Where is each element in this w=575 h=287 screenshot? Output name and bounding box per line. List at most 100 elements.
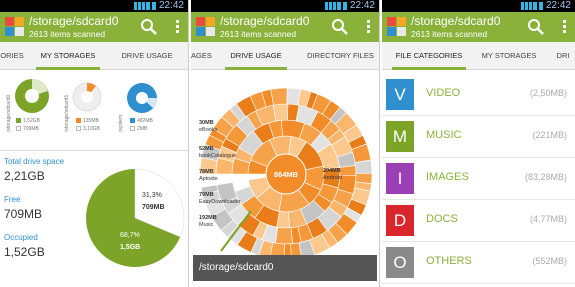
- status-bar: 22:42: [191, 0, 379, 12]
- status-time: 22:42: [349, 0, 375, 11]
- drive-pie-chart: 31,3% 709MB 68,7% 1,5GB: [86, 168, 185, 267]
- overflow-menu-icon[interactable]: [561, 19, 567, 35]
- category-others[interactable]: O OTHERS (552MB): [382, 242, 575, 284]
- screen-file-categories: 22:42 /storage/sdcard0 2613 items scanne…: [382, 0, 575, 287]
- action-bar: /storage/sdcard0 2613 items scanned: [382, 12, 575, 42]
- app-title: /storage/sdcard0: [29, 14, 119, 28]
- category-size: (4,77MB): [529, 214, 567, 224]
- category-name: DOCS: [426, 213, 458, 225]
- drive-stats: Total drive space 2,21GB Free 709MB Occu…: [0, 150, 188, 287]
- category-size: (221MB): [532, 130, 567, 140]
- tab-directory-files[interactable]: DIRECTORY FILES: [301, 42, 379, 70]
- signal-icon: [521, 2, 537, 10]
- status-time: 22:42: [158, 0, 184, 11]
- legend-used: 482MB: [130, 118, 153, 124]
- app-subtitle: 2613 items scanned: [29, 29, 106, 39]
- tab-bar: ORIES MY STORAGES DRIVE USAGE: [0, 42, 188, 70]
- pie-used-value: 1,5GB: [120, 244, 140, 251]
- total-space-value: 2,21GB: [4, 169, 45, 183]
- legend-free: 2MB: [130, 126, 147, 132]
- category-size: (83,28MB): [524, 172, 567, 182]
- battery-icon: [539, 2, 543, 10]
- tab-my-storages[interactable]: AGES: [191, 42, 212, 70]
- app-logo-icon[interactable]: [387, 17, 407, 37]
- category-name: MUSIC: [426, 129, 462, 141]
- category-name: OTHERS: [426, 255, 472, 267]
- tab-bar: AGES DRIVE USAGE DIRECTORY FILES: [191, 42, 379, 70]
- category-name: IMAGES: [426, 171, 469, 183]
- video-icon: V: [386, 79, 414, 110]
- docs-icon: D: [386, 205, 414, 236]
- status-bar: 22:42: [0, 0, 188, 12]
- status-time: 22:42: [545, 0, 571, 11]
- storage-label: /system: [118, 114, 124, 132]
- category-images[interactable]: I IMAGES (83,28MB): [382, 158, 575, 200]
- legend-used: 135MB: [76, 118, 99, 124]
- search-icon[interactable]: [331, 18, 349, 36]
- folder-label-aptoide[interactable]: 78MB Aptoide: [199, 169, 218, 183]
- overflow-menu-icon[interactable]: [365, 19, 371, 35]
- free-label: Free: [4, 195, 21, 204]
- occupied-value: 1,52GB: [4, 245, 45, 259]
- folder-label-music[interactable]: 192MB Music: [199, 215, 217, 229]
- storage-usage-ring: [15, 79, 49, 113]
- tab-drive-usage[interactable]: DRIVE USAGE: [221, 42, 291, 70]
- status-bar: 22:42: [382, 0, 575, 12]
- pie-free-value: 709MB: [142, 204, 165, 211]
- tab-bar: FILE CATEGORIES MY STORAGES DRI: [382, 42, 575, 70]
- sunburst-chart[interactable]: 864MB: [191, 71, 380, 281]
- tab-my-storages[interactable]: MY STORAGES: [476, 42, 542, 70]
- app-logo-icon[interactable]: [5, 17, 25, 37]
- overflow-menu-icon[interactable]: [174, 19, 180, 35]
- action-bar: /storage/sdcard0 2613 items scanned: [0, 12, 188, 42]
- search-icon[interactable]: [140, 18, 158, 36]
- battery-icon: [152, 2, 156, 10]
- legend-free: 3,10GB: [76, 126, 100, 132]
- screen-my-storages: 22:42 /storage/sdcard0 2613 items scanne…: [0, 0, 189, 287]
- folder-label-bookcatalogue[interactable]: 52MB bookCatalogue: [199, 146, 236, 160]
- tab-my-storages[interactable]: MY STORAGES: [32, 42, 104, 70]
- free-value: 709MB: [4, 207, 43, 221]
- category-video[interactable]: V VIDEO (2,50MB): [382, 74, 575, 116]
- tab-drive-usage[interactable]: DRIVE USAGE: [112, 42, 182, 70]
- sunburst-segment: [354, 159, 373, 174]
- category-music[interactable]: M MUSIC (221MB): [382, 116, 575, 158]
- storage-label: /storage/sdcard0: [6, 94, 12, 132]
- legend-free: 709MB: [16, 126, 39, 132]
- storage-usage-ring: [72, 82, 102, 112]
- screen-drive-usage: 22:42 /storage/sdcard0 2613 items scanne…: [191, 0, 380, 287]
- category-docs[interactable]: D DOCS (4,77MB): [382, 200, 575, 242]
- images-icon: I: [386, 163, 414, 194]
- action-bar: /storage/sdcard0 2613 items scanned: [191, 12, 379, 42]
- signal-icon: [134, 2, 150, 10]
- sunburst-center-label: 864MB: [274, 170, 299, 179]
- legend-used: 1,52GB: [16, 118, 40, 124]
- storage-usage-ring: [127, 83, 157, 113]
- others-icon: O: [386, 247, 414, 278]
- current-path-bar: /storage/sdcard0: [193, 255, 377, 281]
- category-size: (2,50MB): [529, 88, 567, 98]
- tab-drive-usage[interactable]: DRI: [552, 42, 574, 70]
- tab-categories[interactable]: ORIES: [0, 42, 24, 70]
- app-title: /storage/sdcard0: [220, 14, 310, 28]
- pie-used-pct: 68,7%: [120, 232, 140, 239]
- app-subtitle: 2613 items scanned: [411, 29, 488, 39]
- app-subtitle: 2613 items scanned: [220, 29, 297, 39]
- folder-label-easydownloader[interactable]: 79MB EasyDownloader: [199, 192, 241, 206]
- folder-label-android[interactable]: 204MB Android: [323, 168, 342, 182]
- total-space-label: Total drive space: [4, 157, 65, 166]
- sunburst-segment: [272, 103, 289, 122]
- sunburst-segment: [274, 227, 293, 245]
- folder-label-ebooks[interactable]: 30MB eBooks: [199, 120, 217, 134]
- category-size: (552MB): [532, 256, 567, 266]
- music-icon: M: [386, 121, 414, 152]
- pie-free-pct: 31,3%: [142, 192, 162, 199]
- search-icon[interactable]: [527, 18, 545, 36]
- signal-icon: [325, 2, 341, 10]
- tab-file-categories[interactable]: FILE CATEGORIES: [388, 42, 470, 70]
- sunburst-segment: [339, 165, 357, 176]
- app-logo-icon[interactable]: [196, 17, 216, 37]
- occupied-label: Occupied: [4, 233, 38, 242]
- battery-icon: [343, 2, 347, 10]
- sunburst-segment: [270, 87, 288, 106]
